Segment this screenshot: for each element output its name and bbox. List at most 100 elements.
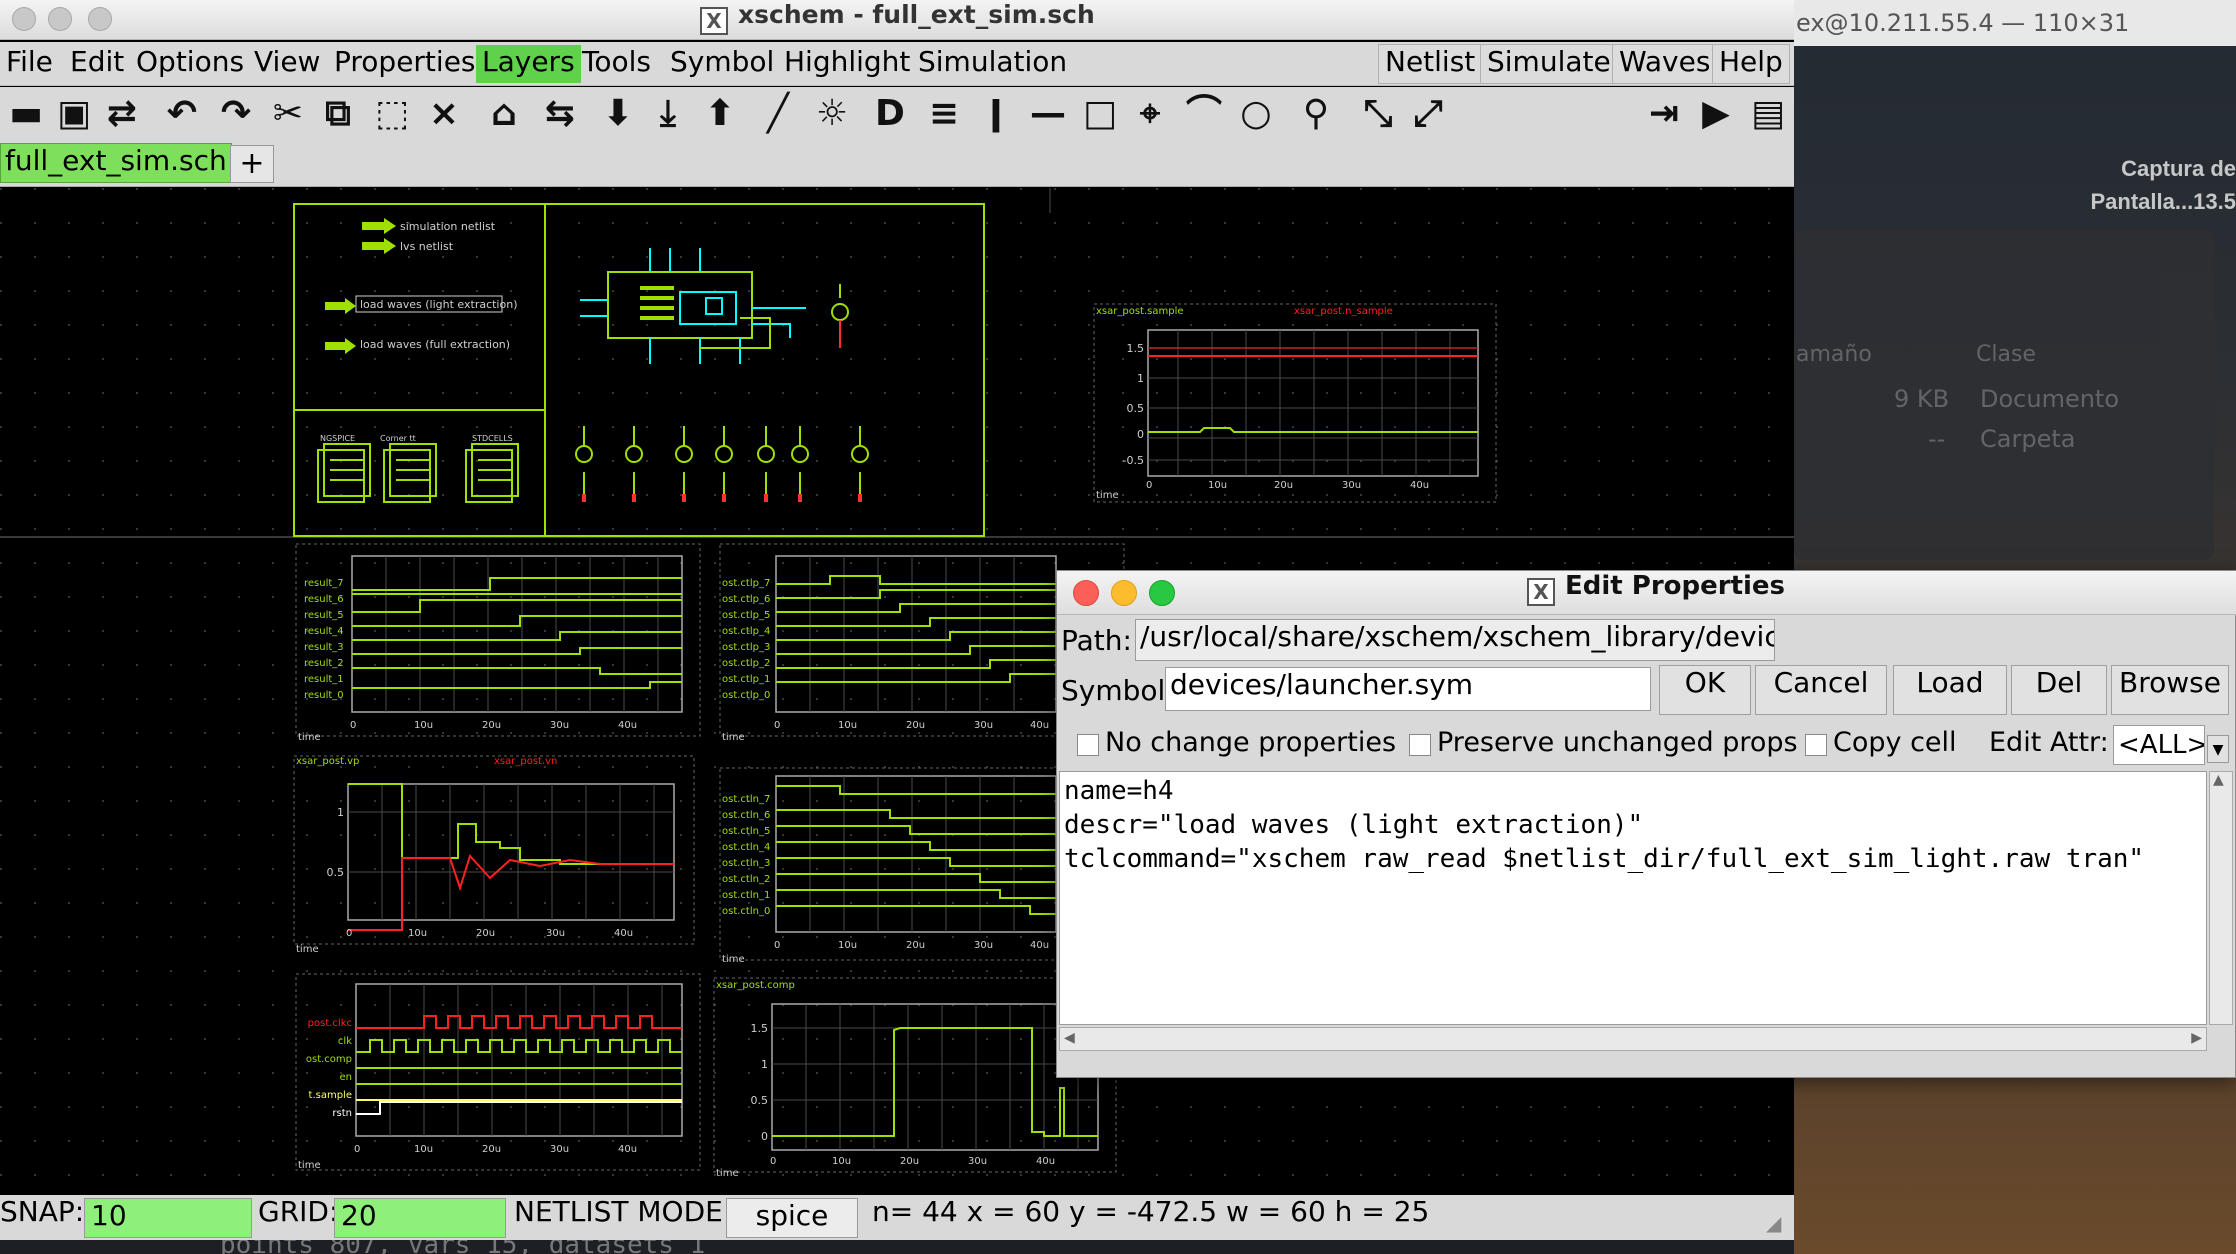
desktop-file-label[interactable]: Captura de Pantalla...13.5 xyxy=(2060,152,2236,218)
zoom-window-button[interactable] xyxy=(88,7,112,31)
launcher-lvs-netlist[interactable]: lvs netlist xyxy=(400,240,454,253)
symbol-input[interactable]: devices/launcher.sym xyxy=(1165,667,1651,711)
graph-digital-xtick: 10u xyxy=(414,1144,433,1155)
arc-icon[interactable]: ⌒ xyxy=(1178,87,1230,141)
push-icon[interactable]: ⌂ xyxy=(478,87,530,141)
graph-sample-xtick: 40u xyxy=(1410,480,1429,491)
graph-digital-label: en xyxy=(340,1072,353,1083)
browse-button[interactable]: Browse xyxy=(2111,665,2229,715)
preserve-props-checkbox[interactable] xyxy=(1409,734,1431,756)
menu-edit[interactable]: Edit xyxy=(64,45,130,83)
pin-icon[interactable]: ǀ xyxy=(970,87,1022,141)
graph-result-label: result_7 xyxy=(304,578,344,589)
minimize-window-button[interactable] xyxy=(48,7,72,31)
load-button[interactable]: Load xyxy=(1893,665,2007,715)
highlight-icon[interactable]: ☼ xyxy=(806,87,858,141)
path-field[interactable]: /usr/local/share/xschem/xschem_library/d… xyxy=(1135,619,1775,661)
line-icon[interactable]: — xyxy=(1022,87,1074,141)
simulate-icon[interactable]: ▶ xyxy=(1690,87,1742,141)
zoom-fit-icon[interactable]: ⤡ xyxy=(1352,87,1404,141)
paste-icon[interactable]: ⬚ xyxy=(366,87,418,141)
dialog-zoom-button[interactable] xyxy=(1149,580,1175,606)
snap-input[interactable]: 10 xyxy=(84,1198,252,1238)
finder-row2-kind: Carpeta xyxy=(1980,425,2076,453)
finder-row1-kind: Documento xyxy=(1980,385,2120,413)
copy-icon[interactable]: ⧉ xyxy=(312,87,364,141)
menu-file[interactable]: File xyxy=(0,45,59,83)
add-tab-button[interactable]: + xyxy=(230,145,274,183)
menu-layers[interactable]: Layers xyxy=(476,45,581,83)
cut-icon[interactable]: ✂ xyxy=(262,87,314,141)
up-icon[interactable]: ⬆ xyxy=(694,87,746,141)
desktop-file-label-line1: Captura de xyxy=(2121,156,2236,181)
wire-icon[interactable]: ╱ xyxy=(752,87,804,141)
finder-col-kind: Clase xyxy=(1976,342,2036,367)
menu-symbol[interactable]: Symbol xyxy=(664,45,780,83)
scroll-left-icon[interactable]: ◀ xyxy=(1064,1030,1075,1046)
dialog-close-button[interactable] xyxy=(1073,580,1099,606)
open-icon[interactable]: ▬ xyxy=(0,87,52,141)
cancel-button[interactable]: Cancel xyxy=(1755,665,1887,715)
descend-icon[interactable]: ⤓ xyxy=(642,87,694,141)
menu-properties[interactable]: Properties xyxy=(328,45,482,83)
circle-icon[interactable]: ○ xyxy=(1230,87,1282,141)
gate-icon[interactable]: D xyxy=(864,87,916,141)
rect-icon[interactable]: □ xyxy=(1074,87,1126,141)
text-icon[interactable]: ≡ xyxy=(918,87,970,141)
dialog-title-bar[interactable]: X Edit Properties xyxy=(1057,571,2236,615)
simulate-button[interactable]: Simulate xyxy=(1480,44,1618,84)
waves-icon[interactable]: ▤ xyxy=(1742,87,1794,141)
polygon-icon[interactable]: ⌖ xyxy=(1124,87,1176,141)
scroll-up-icon[interactable]: ▲ xyxy=(2213,772,2224,788)
netlist-icon[interactable]: ⇥ xyxy=(1638,87,1690,141)
close-window-button[interactable] xyxy=(12,7,36,31)
title-bar[interactable]: Xxschem - full_ext_sim.sch xyxy=(0,0,1794,40)
netlist-mode-select[interactable]: spice xyxy=(726,1198,858,1238)
resize-grip-icon[interactable]: ◢ xyxy=(1766,1211,1781,1235)
no-change-properties-checkbox[interactable] xyxy=(1077,734,1099,756)
window-title-text: xschem - full_ext_sim.sch xyxy=(738,0,1095,29)
copy-cell-label: Copy cell xyxy=(1833,727,1957,758)
ok-button[interactable]: OK xyxy=(1659,665,1751,715)
horizontal-scrollbar[interactable]: ◀ ▶ xyxy=(1059,1027,2207,1051)
menu-tools[interactable]: Tools xyxy=(576,45,657,83)
waves-button[interactable]: Waves xyxy=(1612,44,1718,84)
netlist-mode-label: NETLIST MODE: xyxy=(514,1195,733,1228)
netlist-button[interactable]: Netlist xyxy=(1378,44,1483,84)
swap-icon[interactable]: ⇆ xyxy=(534,87,586,141)
launcher-sim-netlist[interactable]: simulation netlist xyxy=(400,220,496,233)
menu-highlight[interactable]: Highlight xyxy=(778,45,916,83)
chevron-down-icon[interactable]: ▼ xyxy=(2207,735,2229,763)
graph-result-label: result_0 xyxy=(304,690,344,701)
edit-attr-select[interactable]: <ALL> xyxy=(2113,725,2205,765)
tab-full-ext-sim[interactable]: full_ext_sim.sch xyxy=(0,143,232,183)
properties-text-area[interactable]: name=h4 descr="load waves (light extract… xyxy=(1059,771,2207,1025)
help-menu[interactable]: Help xyxy=(1712,44,1790,84)
copy-cell-checkbox[interactable] xyxy=(1805,734,1827,756)
save-icon[interactable]: ▣ xyxy=(48,87,100,141)
scroll-right-icon[interactable]: ▶ xyxy=(2191,1030,2202,1046)
graph-ctln-label: ost.ctln_3 xyxy=(722,858,770,869)
menu-bar: File Edit Options View Properties Layers… xyxy=(0,42,1794,86)
launcher-load-light[interactable]: load waves (light extraction) xyxy=(360,298,518,311)
grid-input[interactable]: 20 xyxy=(334,1198,506,1238)
dialog-minimize-button[interactable] xyxy=(1111,580,1137,606)
launcher-load-full[interactable]: load waves (full extraction) xyxy=(360,338,510,351)
down-icon[interactable]: ⬇ xyxy=(592,87,644,141)
terminal-title[interactable]: ex@10.211.55.4 — 110×31 xyxy=(1794,0,2236,46)
reload-icon[interactable]: ⇄ xyxy=(96,87,148,141)
zoom-icon[interactable]: ⚲ xyxy=(1290,87,1342,141)
redo-icon[interactable]: ↷ xyxy=(210,87,262,141)
vertical-scrollbar[interactable]: ▲ xyxy=(2209,771,2233,1025)
menu-simulation[interactable]: Simulation xyxy=(912,45,1073,83)
dialog-title-text: Edit Properties xyxy=(1565,571,1786,601)
zoom-full-icon[interactable]: ⤢ xyxy=(1402,87,1454,141)
del-button[interactable]: Del xyxy=(2011,665,2107,715)
finder-row1-size: 9 KB xyxy=(1894,385,1950,413)
graph-ctlp-label: ost.ctlp_6 xyxy=(722,594,770,605)
delete-icon[interactable]: × xyxy=(418,87,470,141)
menu-options[interactable]: Options xyxy=(130,45,250,83)
undo-icon[interactable]: ↶ xyxy=(156,87,208,141)
menu-view[interactable]: View xyxy=(248,45,326,83)
graph-result-label: result_1 xyxy=(304,674,344,685)
